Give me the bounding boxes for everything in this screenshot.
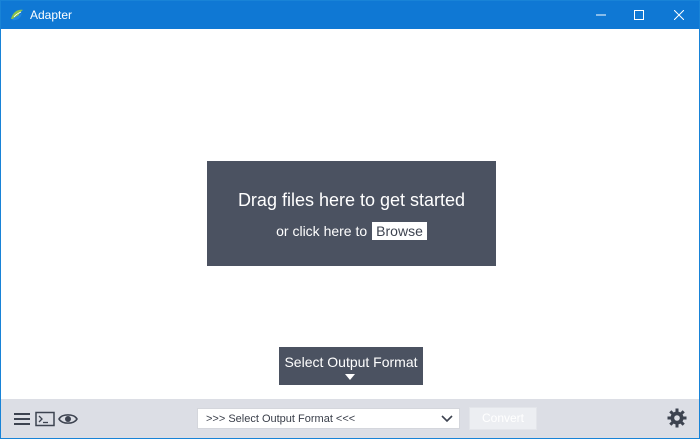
close-icon xyxy=(674,10,684,20)
convert-button[interactable]: Convert xyxy=(469,407,537,430)
close-button[interactable] xyxy=(661,1,697,29)
minimize-button[interactable] xyxy=(583,1,619,29)
output-format-dropdown[interactable]: >>> Select Output Format <<< xyxy=(197,408,460,429)
file-drop-zone[interactable]: Drag files here to get started or click … xyxy=(207,161,496,266)
eye-icon xyxy=(58,414,78,424)
console-button[interactable] xyxy=(34,408,56,430)
minimize-icon xyxy=(596,14,606,16)
app-window: Adapter Drag files here to get started o… xyxy=(0,0,700,439)
caret-down-icon xyxy=(345,374,355,380)
select-output-format-button[interactable]: Select Output Format xyxy=(279,347,423,385)
adapter-logo-icon xyxy=(11,9,23,21)
hamburger-menu-icon xyxy=(14,413,30,425)
select-output-format-label: Select Output Format xyxy=(284,354,418,370)
settings-button[interactable] xyxy=(666,407,688,429)
maximize-icon xyxy=(634,10,644,20)
maximize-button[interactable] xyxy=(621,1,657,29)
output-format-selected: >>> Select Output Format <<< xyxy=(206,413,356,425)
chevron-down-icon xyxy=(441,415,453,423)
drop-zone-subtitle-row: or click here to Browse xyxy=(207,220,496,241)
preview-button[interactable] xyxy=(57,408,79,430)
gear-icon xyxy=(667,408,687,428)
browse-button[interactable]: Browse xyxy=(372,222,427,241)
title-bar[interactable]: Adapter xyxy=(1,1,699,29)
console-icon xyxy=(35,411,55,427)
drop-zone-title: Drag files here to get started xyxy=(237,190,466,210)
window-title: Adapter xyxy=(30,8,73,22)
menu-button[interactable] xyxy=(11,408,33,430)
drop-zone-subtitle: or click here to xyxy=(276,223,368,240)
